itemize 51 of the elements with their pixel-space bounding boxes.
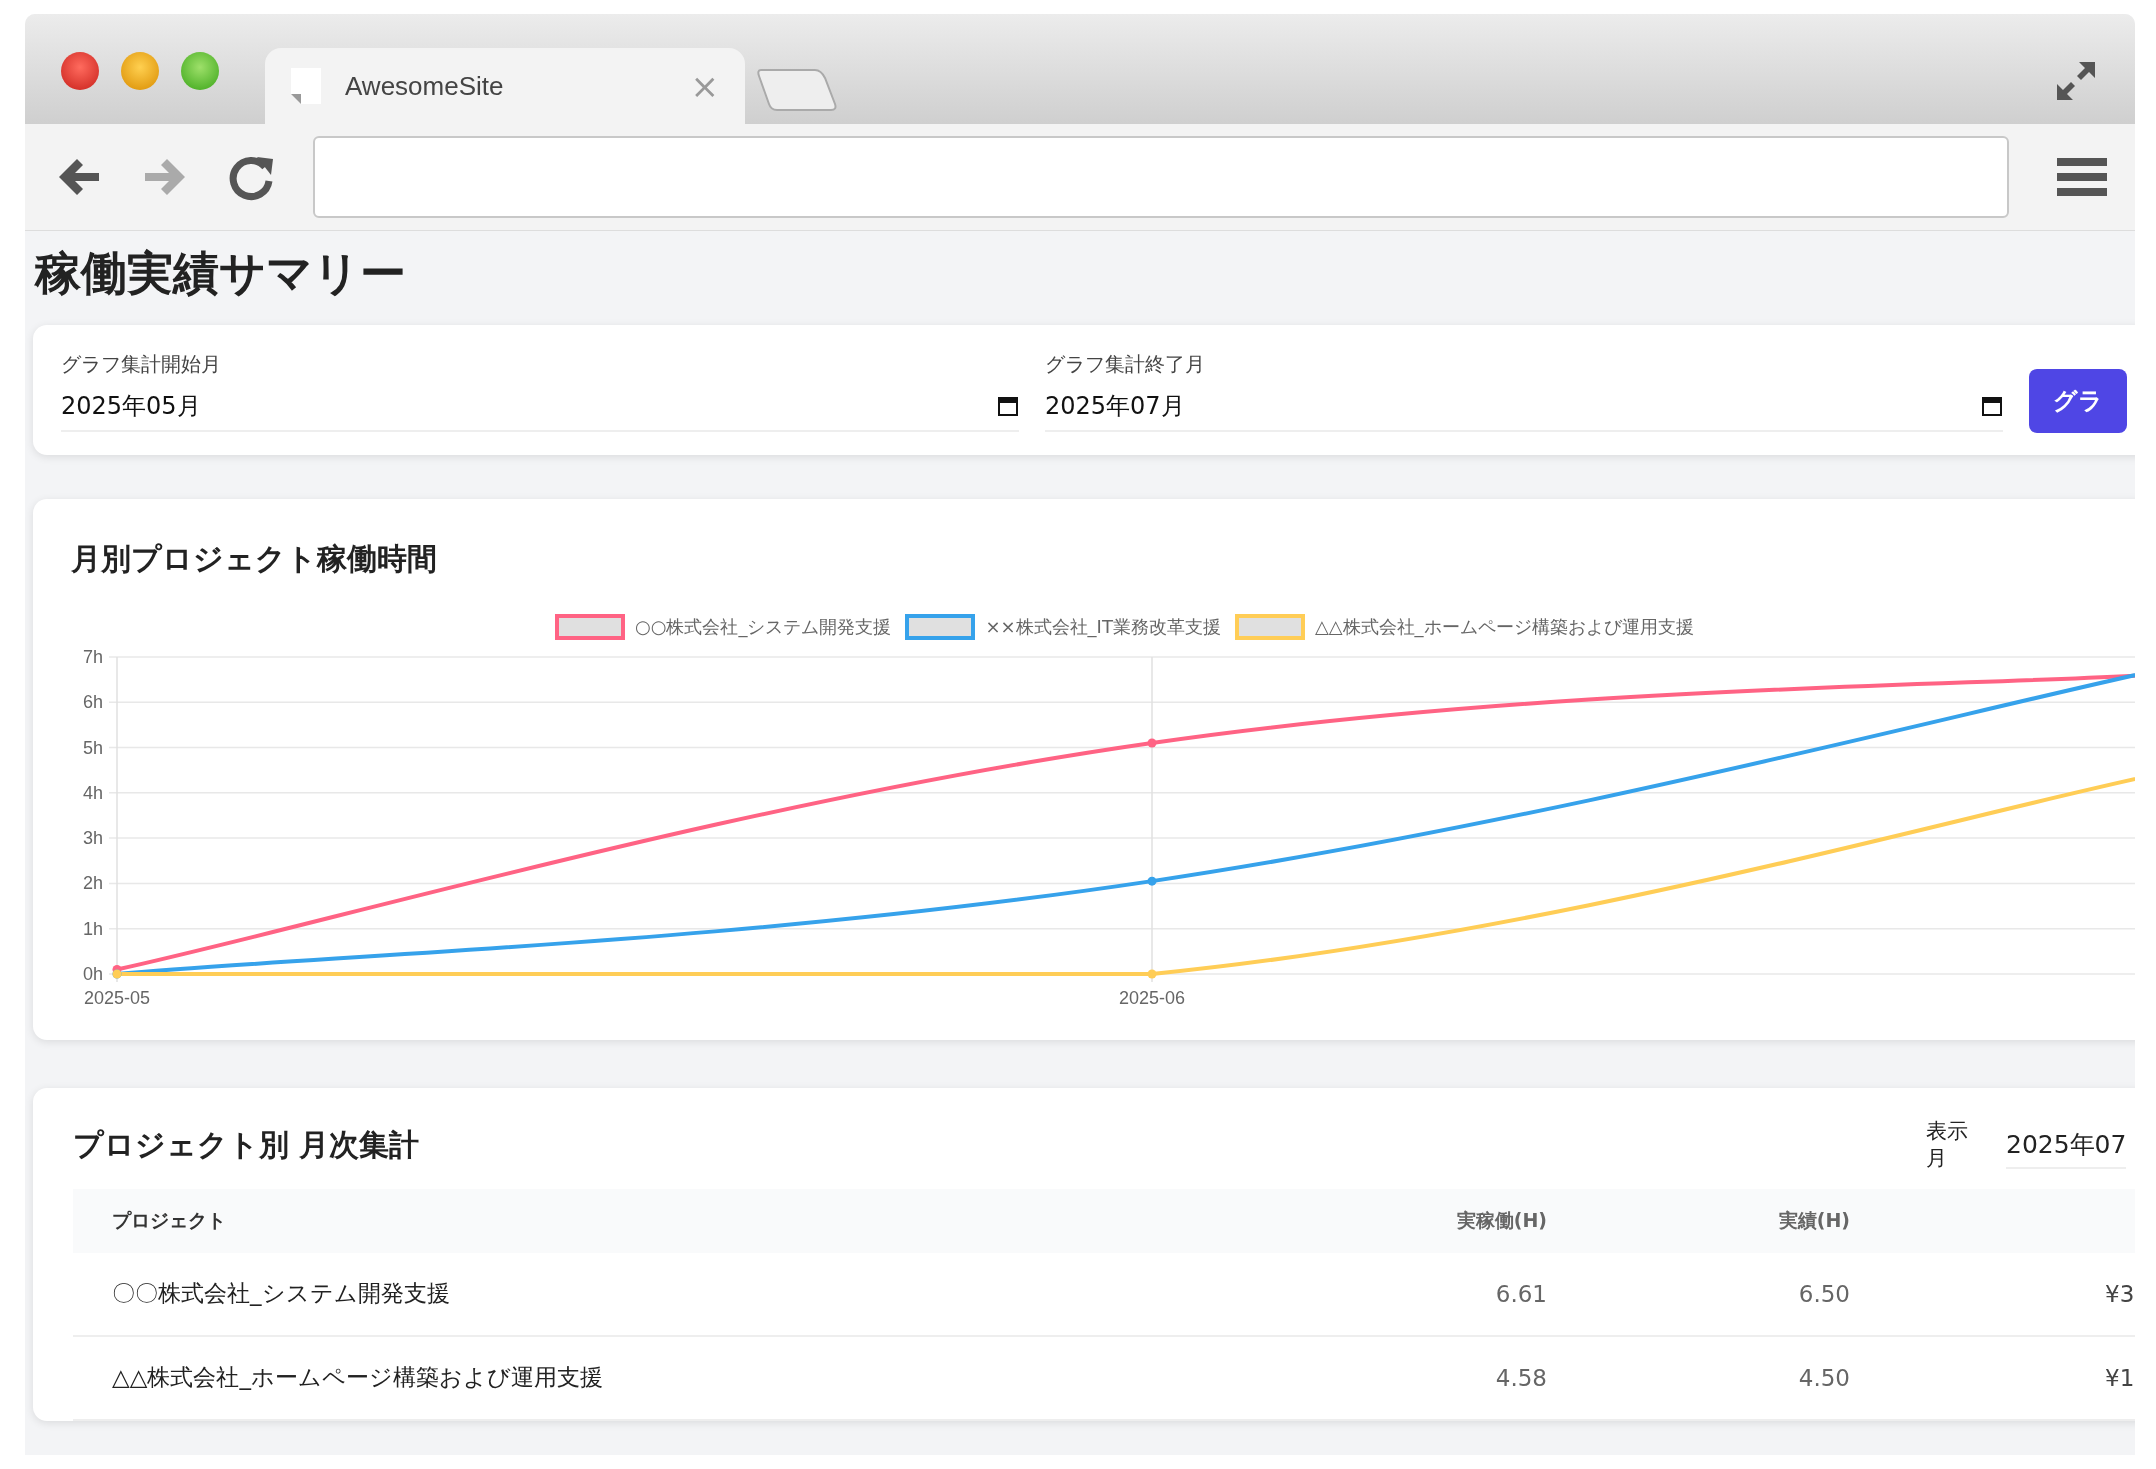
graph-button[interactable]: グラ (2029, 369, 2127, 433)
legend-label[interactable]: ○○株式会社_システム開発支援 (635, 615, 892, 639)
table-cell-text: 4.58 (1494, 1364, 1547, 1391)
y-tick-label: 0h (82, 964, 103, 984)
month-field[interactable]: 2025年07月 (1045, 389, 2003, 432)
data-point (1147, 876, 1157, 886)
column-header: 実績(H) (1777, 1207, 1850, 1233)
data-point (1147, 738, 1157, 748)
table-cell-text: 6.61 (1494, 1280, 1547, 1307)
x-tick-label: 2025-06 (1118, 988, 1186, 1008)
menu-icon[interactable] (2057, 156, 2107, 198)
tab-title: AwesomeSite (345, 70, 505, 102)
minimize-window-button[interactable] (121, 52, 159, 90)
y-tick-label: 6h (82, 692, 103, 713)
legend-swatch[interactable] (1234, 614, 1305, 640)
table-cell-text: ¥3 (2104, 1280, 2135, 1307)
legend-swatch[interactable] (555, 614, 625, 640)
y-tick-label: 1h (82, 918, 103, 939)
month-field[interactable]: 2025年07 (2006, 1121, 2127, 1169)
data-point (1147, 969, 1157, 979)
y-tick-label: 7h (82, 646, 103, 667)
month-field[interactable]: 2025年05月 (61, 389, 1019, 432)
table-cell-text: 6.50 (1797, 1280, 1850, 1307)
y-tick-label: 3h (82, 828, 103, 849)
y-tick-label: 5h (82, 737, 103, 758)
table-cell-text: 〇〇株式会社_システム開発支援 (111, 1279, 451, 1309)
x-tick-label: 2025-05 (83, 988, 151, 1008)
table-cell-text: ¥1 (2104, 1364, 2135, 1391)
address-bar[interactable] (313, 136, 2009, 218)
calendar-icon[interactable] (1981, 394, 2003, 417)
page-icon (291, 68, 321, 104)
table-cell-text: 4.50 (1797, 1364, 1850, 1391)
field-label: グラフ集計開始月 (61, 350, 222, 378)
table-title: プロジェクト別 月次集計 (73, 1125, 421, 1164)
chart-title: 月別プロジェクト稼働時間 (71, 540, 438, 578)
new-tab-button[interactable] (757, 68, 837, 112)
legend-label[interactable]: △△株式会社_ホームページ構築および運用支援 (1314, 615, 1694, 639)
legend-swatch[interactable] (905, 614, 976, 640)
y-tick-label: 2h (82, 873, 103, 894)
legend-label[interactable]: ××株式会社_IT業務改革支援 (985, 615, 1221, 639)
y-tick-label: 4h (82, 782, 103, 803)
column-header: プロジェクト (111, 1207, 227, 1233)
browser-tab[interactable]: AwesomeSite × (265, 48, 745, 124)
month-label: 表示月 (1926, 1118, 1969, 1173)
column-header: 実稼働(H) (1455, 1207, 1547, 1233)
zoom-window-button[interactable] (181, 52, 219, 90)
page-title: 稼働実績サマリー (35, 245, 407, 302)
close-window-button[interactable] (61, 52, 99, 90)
calendar-icon[interactable] (997, 394, 1019, 417)
table-cell-text: △△株式会社_ホームページ構築および運用支援 (111, 1363, 604, 1393)
field-label: グラフ集計終了月 (1045, 350, 1206, 378)
